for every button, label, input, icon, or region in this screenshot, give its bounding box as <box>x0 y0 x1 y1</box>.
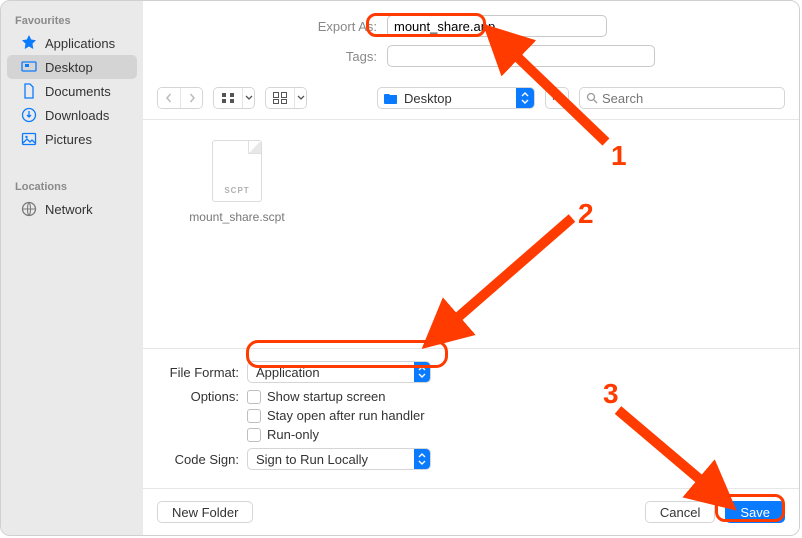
sidebar-item-label: Applications <box>45 36 115 51</box>
sidebar: Favourites Applications Desktop Document… <box>1 1 143 535</box>
folder-icon <box>378 92 404 104</box>
options-label: Options: <box>157 389 247 404</box>
search-box[interactable] <box>579 87 785 109</box>
sidebar-item-pictures[interactable]: Pictures <box>7 127 137 151</box>
collapse-button[interactable] <box>545 87 569 109</box>
chevron-down-icon <box>297 94 305 102</box>
chevron-up-icon <box>552 93 562 103</box>
location-popup[interactable]: Desktop <box>377 87 535 109</box>
opt-show-startup[interactable]: Show startup screen <box>247 389 425 404</box>
sidebar-item-applications[interactable]: Applications <box>7 31 137 55</box>
sidebar-item-label: Network <box>45 202 93 217</box>
nav-back-forward <box>157 87 203 109</box>
chevron-right-icon <box>187 93 197 103</box>
tags-label: Tags: <box>173 49 387 64</box>
chevron-down-icon <box>245 94 253 102</box>
updown-icon <box>516 88 534 108</box>
location-label: Desktop <box>404 91 516 106</box>
file-icon: SCPT <box>212 140 262 202</box>
search-input[interactable] <box>602 91 778 106</box>
code-sign-value: Sign to Run Locally <box>256 452 368 467</box>
opt-stay-open[interactable]: Stay open after run handler <box>247 408 425 423</box>
sidebar-item-label: Documents <box>45 84 111 99</box>
favourites-section-label: Favourites <box>1 9 143 31</box>
opt-run-only[interactable]: Run-only <box>247 427 425 442</box>
locations-section-label: Locations <box>1 175 143 197</box>
downloads-icon <box>21 107 37 123</box>
file-item[interactable]: SCPT mount_share.scpt <box>187 140 287 224</box>
main-panel: Export As: Tags: <box>143 1 799 535</box>
desktop-icon <box>21 59 37 75</box>
cancel-button[interactable]: Cancel <box>645 501 715 523</box>
checkbox-icon <box>247 390 261 404</box>
file-format-value: Application <box>256 365 320 380</box>
grid-icon <box>221 92 235 104</box>
file-browser[interactable]: SCPT mount_share.scpt <box>143 120 799 349</box>
view-icon-button[interactable] <box>214 88 242 108</box>
updown-icon <box>414 362 430 382</box>
group-icon <box>273 92 287 104</box>
sidebar-item-documents[interactable]: Documents <box>7 79 137 103</box>
sidebar-item-label: Pictures <box>45 132 92 147</box>
group-segment <box>265 87 307 109</box>
network-icon <box>21 201 37 217</box>
sidebar-item-label: Desktop <box>45 60 93 75</box>
sidebar-item-network[interactable]: Network <box>7 197 137 221</box>
tags-input[interactable] <box>387 45 655 67</box>
code-sign-popup[interactable]: Sign to Run Locally <box>247 448 431 470</box>
file-format-label: File Format: <box>157 365 247 380</box>
code-sign-label: Code Sign: <box>157 452 247 467</box>
export-as-label: Export As: <box>173 19 387 34</box>
forward-button[interactable] <box>180 88 202 108</box>
checkbox-icon <box>247 409 261 423</box>
apps-icon <box>21 35 37 51</box>
pictures-icon <box>21 131 37 147</box>
search-icon <box>586 92 598 104</box>
sidebar-item-desktop[interactable]: Desktop <box>7 55 137 79</box>
updown-icon <box>414 449 430 469</box>
new-folder-button[interactable]: New Folder <box>157 501 253 523</box>
sidebar-item-downloads[interactable]: Downloads <box>7 103 137 127</box>
view-menu-button[interactable] <box>242 88 254 108</box>
sidebar-item-label: Downloads <box>45 108 109 123</box>
file-format-popup[interactable]: Application <box>247 361 431 383</box>
file-name-label: mount_share.scpt <box>187 210 287 224</box>
file-type-tag: SCPT <box>213 186 261 195</box>
documents-icon <box>21 83 37 99</box>
checkbox-icon <box>247 428 261 442</box>
save-button[interactable]: Save <box>725 501 785 523</box>
export-as-input[interactable] <box>387 15 607 37</box>
group-button[interactable] <box>266 88 294 108</box>
group-menu-button[interactable] <box>294 88 306 108</box>
back-button[interactable] <box>158 88 180 108</box>
chevron-left-icon <box>164 93 174 103</box>
view-mode-segment <box>213 87 255 109</box>
